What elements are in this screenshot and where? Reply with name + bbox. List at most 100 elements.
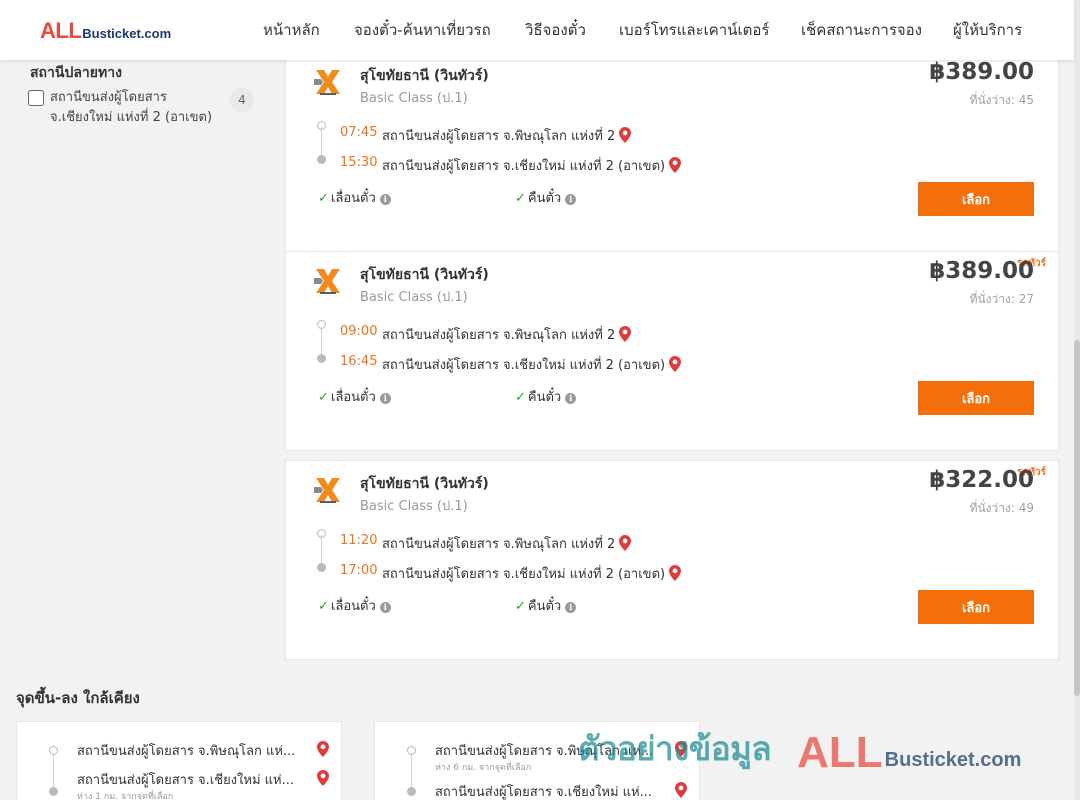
check-icon: ✓ xyxy=(318,390,329,405)
logo-prefix: ALL xyxy=(40,18,82,43)
operator-name: สุโขทัยธานี (วินทัวร์) xyxy=(360,267,489,283)
refund-ticket-feature: ✓ คืนตั๋ว i xyxy=(515,187,577,208)
departure-station: สถานีขนส่งผู้โดยสาร จ.พิษณุโลก แห่งที่ 2 xyxy=(382,125,632,146)
check-icon: ✓ xyxy=(515,390,526,405)
top-header: ALL Busticket.com หน้าหลัก จองตั๋ว-ค้นหา… xyxy=(0,0,1074,60)
check-icon: ✓ xyxy=(515,191,526,206)
info-icon[interactable]: i xyxy=(565,602,577,613)
watermark-brand-prefix: ALL xyxy=(797,728,883,777)
arrival-time: 16:45 xyxy=(340,354,378,369)
arrival-station: สถานีขนส่งผู้โดยสาร จ.เชียงใหม่ แห่งที่ … xyxy=(382,155,682,176)
nearby-from-station: สถานีขนส่งผู้โดยสาร จ.พิษณุโลก แห่... xyxy=(77,744,296,759)
map-pin-icon[interactable] xyxy=(619,535,632,551)
map-pin-icon[interactable] xyxy=(675,782,687,798)
map-pin-icon[interactable] xyxy=(317,770,329,786)
ticket-price: ฿322.00 xyxy=(929,467,1034,493)
ticket-price: ฿389.00 xyxy=(929,258,1034,284)
filter-option-label[interactable]: สถานีขนส่งผู้โดยสาร จ.เชียงใหม่ แห่งที่ … xyxy=(50,88,220,128)
bus-class: Basic Class (ป.1) xyxy=(360,91,468,106)
departure-time: 09:00 xyxy=(340,324,378,339)
arrival-time: 15:30 xyxy=(340,155,378,170)
nearby-card[interactable]: สถานีขนส่งผู้โดยสาร จ.พิษณุโลก แห่... ห่… xyxy=(374,721,700,800)
select-trip-button[interactable]: เลือก xyxy=(918,182,1034,216)
route-line xyxy=(321,535,322,565)
refund-ticket-label: คืนตั๋ว xyxy=(527,390,562,405)
map-pin-icon[interactable] xyxy=(317,741,329,757)
check-icon: ✓ xyxy=(318,599,329,614)
arrival-station-name: สถานีขนส่งผู้โดยสาร จ.เชียงใหม่ แห่งที่ … xyxy=(382,159,666,174)
nav-operators[interactable]: ผู้ให้บริการ xyxy=(953,0,1022,60)
departure-station: สถานีขนส่งผู้โดยสาร จ.พิษณุโลก แห่งที่ 2 xyxy=(382,533,632,554)
change-ticket-label: เลื่อนตั๋ว xyxy=(330,191,376,206)
arrival-station: สถานีขนส่งผู้โดยสาร จ.เชียงใหม่ แห่งที่ … xyxy=(382,354,682,375)
nav-how-to-book[interactable]: วิธีจองตั๋ว xyxy=(525,0,586,60)
ticket-price: ฿389.00 xyxy=(929,59,1034,85)
nearby-to-station: สถานีขนส่งผู้โดยสาร จ.เชียงใหม่ แห่... xyxy=(435,785,653,800)
info-icon[interactable]: i xyxy=(379,194,391,205)
map-pin-icon[interactable] xyxy=(619,326,632,342)
operator-name: สุโขทัยธานี (วินทัวร์) xyxy=(360,68,489,84)
nearby-to-distance: ห่าง 1 กม. จากจุดที่เลือก xyxy=(77,792,174,800)
watermark-brand-suffix: Busticket.com xyxy=(884,749,1022,771)
nav-check-status[interactable]: เช็คสถานะการจอง xyxy=(801,0,922,60)
change-ticket-label: เลื่อนตั๋ว xyxy=(330,599,376,614)
filter-count-badge: 4 xyxy=(230,88,254,112)
change-ticket-label: เลื่อนตั๋ว xyxy=(330,390,376,405)
refund-ticket-feature: ✓ คืนตั๋ว i xyxy=(515,595,577,616)
map-pin-icon[interactable] xyxy=(619,127,632,143)
change-ticket-feature: ✓ เลื่อนตั๋ว i xyxy=(318,595,391,616)
nearby-card[interactable]: สถานีขนส่งผู้โดยสาร จ.พิษณุโลก แห่... สถ… xyxy=(16,721,342,800)
route-line xyxy=(411,755,412,787)
map-pin-icon[interactable] xyxy=(669,157,682,173)
info-icon[interactable]: i xyxy=(379,393,391,404)
nav-phone-counter[interactable]: เบอร์โทรและเคาน์เตอร์ xyxy=(619,0,769,60)
arrival-station-name: สถานีขนส่งผู้โดยสาร จ.เชียงใหม่ แห่งที่ … xyxy=(382,567,666,582)
destination-dot xyxy=(49,787,58,796)
origin-dot xyxy=(49,746,58,755)
trip-card: รถทัวร์ สุโขทัยธานี (วินทัวร์) Basic Class… xyxy=(285,460,1059,660)
info-icon[interactable]: i xyxy=(565,194,577,205)
trip-card: สุโขทัยธานี (วินทัวร์) Basic Class (ป.1) ฿… xyxy=(285,52,1059,252)
check-icon: ✓ xyxy=(515,599,526,614)
filter-option-destination[interactable]: สถานีขนส่งผู้โดยสาร จ.เชียงใหม่ แห่งที่ … xyxy=(28,88,256,132)
arrival-time: 17:00 xyxy=(340,563,378,578)
departure-station-name: สถานีขนส่งผู้โดยสาร จ.พิษณุโลก แห่งที่ 2 xyxy=(382,537,616,552)
map-pin-icon[interactable] xyxy=(675,741,687,757)
arrival-station-name: สถานีขนส่งผู้โดยสาร จ.เชียงใหม่ แห่งที่ … xyxy=(382,358,666,373)
bus-class: Basic Class (ป.1) xyxy=(360,499,468,514)
filter-title: สถานีปลายทาง xyxy=(30,65,122,81)
departure-time: 11:20 xyxy=(340,533,378,548)
page-scrollbar[interactable] xyxy=(1074,0,1080,800)
nav-home[interactable]: หน้าหลัก xyxy=(263,0,320,60)
departure-station: สถานีขนส่งผู้โดยสาร จ.พิษณุโลก แห่งที่ 2 xyxy=(382,324,632,345)
site-logo[interactable]: ALL Busticket.com xyxy=(40,18,171,44)
route-line xyxy=(53,755,54,787)
refund-ticket-label: คืนตั๋ว xyxy=(527,599,562,614)
nearby-to-station: สถานีขนส่งผู้โดยสาร จ.เชียงใหม่ แห่... xyxy=(77,773,295,788)
seats-available: ที่นั่งว่าง: 27 xyxy=(969,292,1034,306)
bus-class: Basic Class (ป.1) xyxy=(360,290,468,305)
scrollbar-thumb[interactable] xyxy=(1074,340,1080,696)
nav-book-ticket[interactable]: จองตั๋ว-ค้นหาเที่ยวรถ xyxy=(354,0,491,60)
select-trip-button[interactable]: เลือก xyxy=(918,381,1034,415)
arrival-station: สถานีขนส่งผู้โดยสาร จ.เชียงใหม่ แห่งที่ … xyxy=(382,563,682,584)
map-pin-icon[interactable] xyxy=(669,356,682,372)
map-pin-icon[interactable] xyxy=(669,565,682,581)
destination-dot xyxy=(317,354,326,363)
trip-card: รถทัวร์ สุโขทัยธานี (วินทัวร์) Basic Class… xyxy=(285,251,1059,451)
departure-station-name: สถานีขนส่งผู้โดยสาร จ.พิษณุโลก แห่งที่ 2 xyxy=(382,328,616,343)
checkbox-icon[interactable] xyxy=(28,90,44,106)
refund-ticket-label: คืนตั๋ว xyxy=(527,191,562,206)
seats-available: ที่นั่งว่าง: 49 xyxy=(969,501,1034,515)
nearby-from-distance: ห่าง 6 กม. จากจุดที่เลือก xyxy=(435,763,532,773)
operator-name: สุโขทัยธานี (วินทัวร์) xyxy=(360,476,489,492)
info-icon[interactable]: i xyxy=(379,602,391,613)
select-trip-button[interactable]: เลือก xyxy=(918,590,1034,624)
origin-dot xyxy=(407,746,416,755)
route-line xyxy=(321,127,322,157)
operator-logo-icon xyxy=(314,478,340,503)
change-ticket-feature: ✓ เลื่อนตั๋ว i xyxy=(318,187,391,208)
info-icon[interactable]: i xyxy=(565,393,577,404)
destination-dot xyxy=(317,155,326,164)
nearby-section-title: จุดขึ้น-ลง ใกล้เคียง xyxy=(16,689,140,707)
